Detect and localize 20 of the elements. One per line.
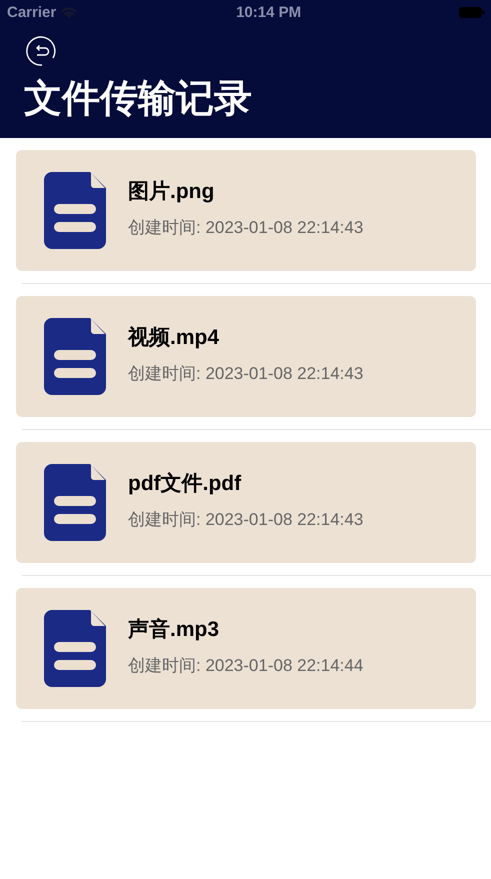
document-icon: [44, 172, 106, 249]
created-time: 创建时间: 2023-01-08 22:14:43: [128, 216, 364, 238]
created-time: 创建时间: 2023-01-08 22:14:43: [128, 362, 364, 384]
file-name: 声音.mp3: [128, 616, 220, 642]
document-icon: [44, 318, 106, 395]
created-time: 创建时间: 2023-01-08 22:14:43: [128, 508, 364, 530]
file-card[interactable]: 视频.mp4 创建时间: 2023-01-08 22:14:43: [16, 296, 476, 417]
carrier-name: Carrier: [7, 4, 56, 20]
file-name: 视频.mp4: [128, 324, 220, 350]
document-icon: [44, 464, 106, 541]
file-card[interactable]: pdf文件.pdf 创建时间: 2023-01-08 22:14:43: [16, 442, 476, 563]
file-name: pdf文件.pdf: [128, 470, 242, 496]
file-name: 图片.png: [128, 178, 216, 204]
file-card[interactable]: 图片.png 创建时间: 2023-01-08 22:14:43: [16, 150, 476, 271]
document-icon: [44, 610, 106, 687]
created-time: 创建时间: 2023-01-08 22:14:44: [128, 654, 364, 676]
clock-time: 10:14 PM: [236, 4, 302, 20]
battery-icon: [459, 6, 485, 18]
file-card[interactable]: 声音.mp3 创建时间: 2023-01-08 22:14:44: [16, 588, 476, 709]
page-title: 文件传输记录: [24, 77, 253, 122]
